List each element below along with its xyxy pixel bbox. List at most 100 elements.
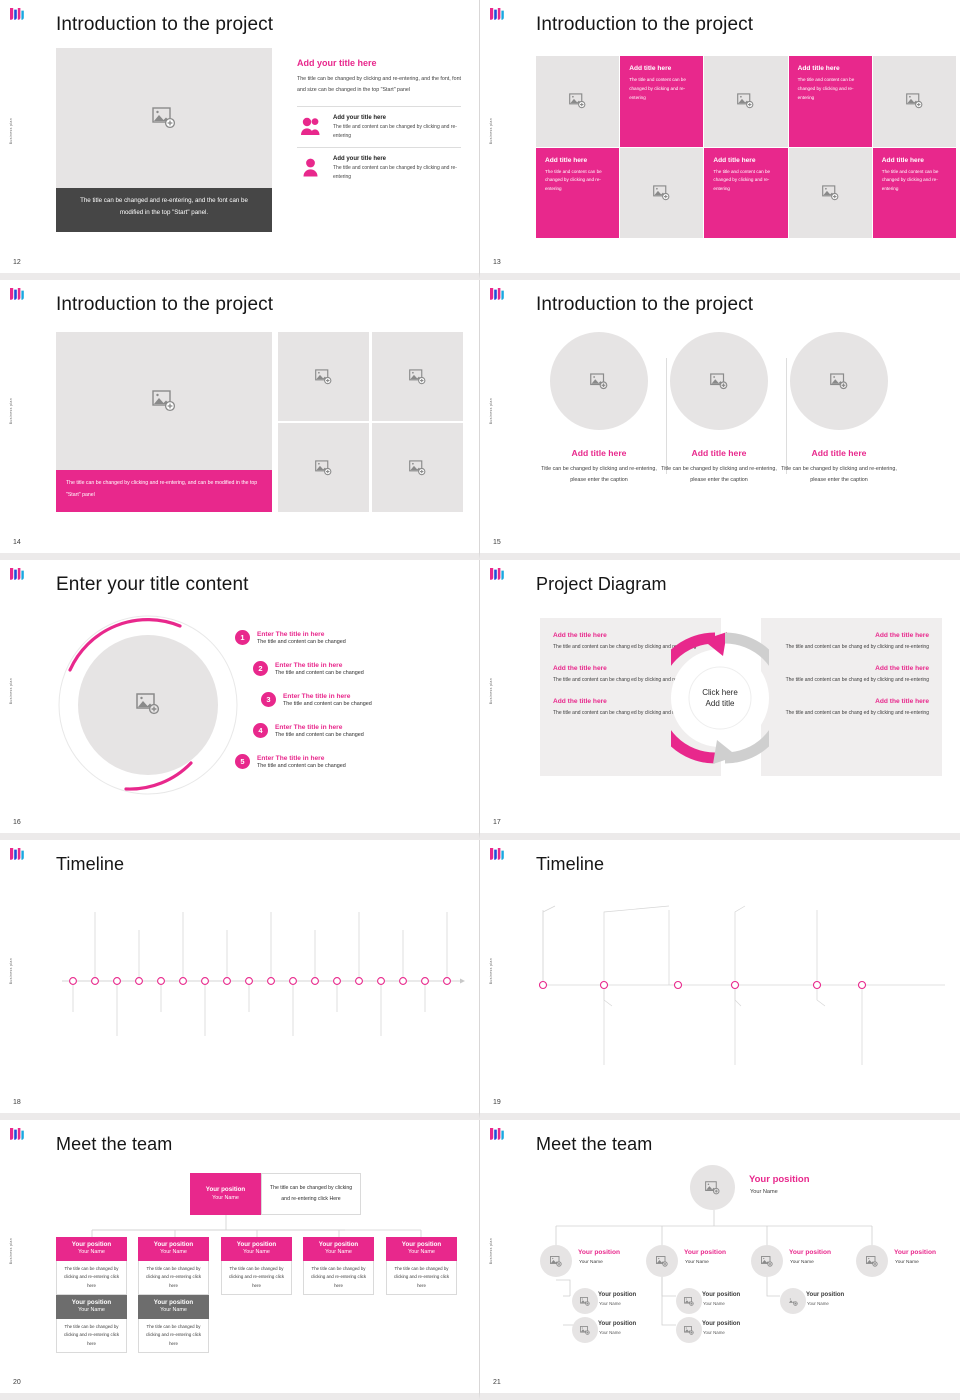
node-text: The title can be changed by clicking and… xyxy=(386,1261,457,1296)
member-name: Your Name xyxy=(895,1260,919,1265)
slide-15[interactable]: Business plan Introduction to the projec… xyxy=(480,280,960,560)
ring-diagram-icon xyxy=(56,608,246,803)
node-text: The title can be changed by clicking and… xyxy=(303,1261,374,1296)
page-number: 13 xyxy=(493,259,501,266)
panel-block[interactable]: Add the title here The title and content… xyxy=(774,698,929,719)
feature-column[interactable]: Add title here Title can be changed by c… xyxy=(776,332,902,487)
page-title: Introduction to the project xyxy=(56,14,273,36)
list-item[interactable]: 5 Enter The title in here The title and … xyxy=(235,746,460,777)
list-item[interactable]: 2 Enter The title in here The title and … xyxy=(253,653,460,684)
member-avatar[interactable] xyxy=(676,1288,702,1314)
grid-image-cell[interactable] xyxy=(873,56,956,147)
business-plan-logo xyxy=(9,7,27,21)
panel-block[interactable]: Add the title here The title and content… xyxy=(774,632,929,653)
node-name: Your Name xyxy=(58,1307,125,1314)
node-header: Your position Your Name xyxy=(138,1295,209,1319)
image-placeholder[interactable] xyxy=(278,332,369,421)
image-placeholder[interactable] xyxy=(278,423,369,512)
add-image-icon xyxy=(866,1256,878,1267)
org-root-note: The title can be changed by clicking and… xyxy=(261,1173,361,1215)
member-avatar[interactable] xyxy=(646,1245,678,1277)
member-avatar[interactable] xyxy=(751,1245,783,1277)
column-title: Add title here xyxy=(656,448,782,458)
circle-image-placeholder[interactable] xyxy=(670,332,768,430)
add-image-icon xyxy=(315,369,332,385)
image-placeholder[interactable] xyxy=(372,332,463,421)
root-avatar[interactable] xyxy=(690,1165,735,1210)
member-position: Your position xyxy=(702,1292,740,1298)
node-name: Your Name xyxy=(305,1249,372,1256)
business-plan-logo xyxy=(9,287,27,301)
grid-image-cell[interactable] xyxy=(789,148,872,239)
org-node[interactable]: Your position Your Name The title can be… xyxy=(386,1237,457,1295)
member-avatar[interactable] xyxy=(676,1317,702,1343)
feature-row[interactable]: Add your title here The title and conten… xyxy=(297,107,461,148)
vertical-label: Business plan xyxy=(489,398,499,424)
grid-text-cell[interactable]: Add title here The title and content can… xyxy=(873,148,956,239)
slide-12[interactable]: Business plan Introduction to the projec… xyxy=(0,0,480,280)
panel-heading: Add your title here xyxy=(297,58,461,68)
list-item[interactable]: 4 Enter The title in here The title and … xyxy=(253,715,460,746)
org-root-node[interactable]: Your position Your Name xyxy=(190,1173,261,1215)
page-number: 18 xyxy=(13,1099,21,1106)
org-node[interactable]: Your position Your Name The title can be… xyxy=(138,1237,209,1295)
slide-20[interactable]: Business plan Meet the team Your positio… xyxy=(0,1120,480,1400)
checkerboard-grid: Add title here The title and content can… xyxy=(536,56,956,238)
feature-title: Add your title here xyxy=(333,115,461,121)
org-node[interactable]: Your position Your Name The title can be… xyxy=(56,1237,127,1295)
member-avatar[interactable] xyxy=(572,1288,598,1314)
grid-image-cell[interactable] xyxy=(536,56,619,147)
slide-19[interactable]: Business plan Timeline xyxy=(480,840,960,1120)
business-plan-logo xyxy=(489,287,507,301)
content-panel: Add your title here The title can be cha… xyxy=(297,58,461,189)
member-avatar[interactable] xyxy=(780,1288,806,1314)
grid-text-cell[interactable]: Add title here The title and content can… xyxy=(620,56,703,147)
member-avatar[interactable] xyxy=(572,1317,598,1343)
grid-image-cell[interactable] xyxy=(620,148,703,239)
feature-column[interactable]: Add title here Title can be changed by c… xyxy=(536,332,662,487)
grid-image-cell[interactable] xyxy=(704,56,787,147)
member-position: Your position xyxy=(598,1292,636,1298)
slide-17[interactable]: Business plan Project Diagram Add the ti… xyxy=(480,560,960,840)
org-node[interactable]: Your position Your Name The title can be… xyxy=(56,1295,127,1353)
slide-18[interactable]: Business plan Timeline xyxy=(0,840,480,1120)
item-title: Enter The title in here xyxy=(275,724,364,731)
image-placeholder[interactable] xyxy=(56,48,272,188)
business-plan-logo xyxy=(489,567,507,581)
center-line2: Add title xyxy=(706,699,735,708)
member-avatar[interactable] xyxy=(540,1245,572,1277)
image-placeholder[interactable] xyxy=(372,423,463,512)
member-avatar[interactable] xyxy=(856,1245,888,1277)
cycle-diagram[interactable]: Click here Add title Click here to add t… xyxy=(671,618,769,778)
add-image-icon xyxy=(684,1326,694,1335)
feature-column[interactable]: Add title here Title can be changed by c… xyxy=(656,332,782,487)
grid-text-cell[interactable]: Add title here The title and content can… xyxy=(536,148,619,239)
circle-image-placeholder[interactable] xyxy=(550,332,648,430)
slide-14[interactable]: Business plan Introduction to the projec… xyxy=(0,280,480,560)
org-node[interactable]: Your position Your Name The title can be… xyxy=(138,1295,209,1353)
org-node[interactable]: Your position Your Name The title can be… xyxy=(221,1237,292,1295)
cell-text: The title and content can be changed by … xyxy=(545,168,610,195)
main-image-placeholder[interactable] xyxy=(56,332,272,470)
cycle-arrows-icon: Click here Add title Click here to add t… xyxy=(671,618,769,778)
circular-graphic[interactable] xyxy=(56,608,246,803)
circle-image-placeholder[interactable] xyxy=(790,332,888,430)
grid-text-cell[interactable]: Add title here The title and content can… xyxy=(704,148,787,239)
node-text: The title can be changed by clicking and… xyxy=(56,1319,127,1354)
slide-16[interactable]: Business plan Enter your title content 1 xyxy=(0,560,480,840)
list-item[interactable]: 3 Enter The title in here The title and … xyxy=(261,684,460,715)
org-node[interactable]: Your position Your Name The title can be… xyxy=(303,1237,374,1295)
item-title: Enter The title in here xyxy=(257,755,346,762)
list-item[interactable]: 1 Enter The title in here The title and … xyxy=(235,622,460,653)
center-line1: Click here xyxy=(702,688,738,697)
grid-text-cell[interactable]: Add title here The title and content can… xyxy=(789,56,872,147)
node-position: Your position xyxy=(388,1241,455,1249)
block-title: Add the title here xyxy=(774,632,929,639)
member-name: Your Name xyxy=(703,1301,725,1306)
panel-block[interactable]: Add the title here The title and content… xyxy=(774,665,929,686)
member-position: Your position xyxy=(894,1249,936,1256)
slide-13[interactable]: Business plan Introduction to the projec… xyxy=(480,0,960,280)
slide-21[interactable]: Business plan Meet the team Your positio… xyxy=(480,1120,960,1400)
cell-text: The title and content can be changed by … xyxy=(882,168,947,195)
feature-row[interactable]: Add your title here The title and conten… xyxy=(297,148,461,189)
